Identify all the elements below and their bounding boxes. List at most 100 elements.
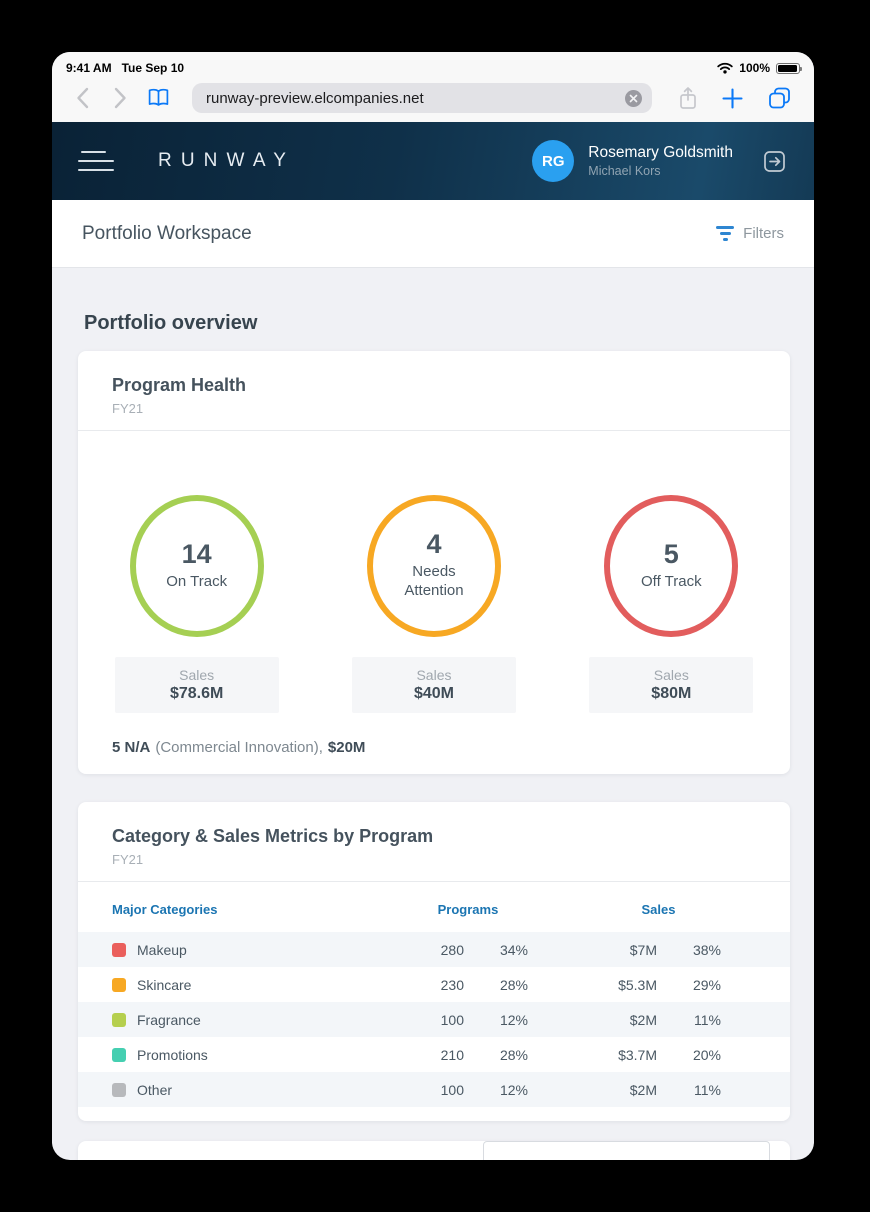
status-needs-attention: 4 Needs Attention Sales $40M bbox=[315, 495, 552, 713]
url-text: runway-preview.elcompanies.net bbox=[206, 89, 424, 107]
table-row-other: Other 100 12% $2M 11% bbox=[78, 1072, 790, 1107]
user-organization: Michael Kors bbox=[588, 163, 661, 178]
card-title: Program Health bbox=[112, 375, 247, 395]
sales-pct: 20% bbox=[692, 1046, 721, 1063]
footnote-sales: $20M bbox=[327, 739, 366, 756]
programs-count: 230 bbox=[440, 976, 464, 993]
category-name: Promotions bbox=[137, 1046, 208, 1063]
ipad-device-frame: 9:41 AM Tue Sep 10 100% runway-preview.e… bbox=[0, 0, 870, 1212]
programs-pct: 28% bbox=[499, 976, 528, 993]
page-title: Portfolio Workspace bbox=[82, 222, 252, 244]
program-health-footnote: 5 N/A (Commercial Innovation), $20M bbox=[78, 713, 790, 774]
program-health-card: Program Health FY21 14 On Track Sales $7… bbox=[78, 351, 790, 774]
new-tab-icon[interactable] bbox=[722, 87, 743, 109]
status-off-track: 5 Off Track Sales $80M bbox=[553, 495, 790, 713]
status-label: Off Track bbox=[641, 572, 702, 590]
card-subtitle: FY21 bbox=[112, 401, 144, 416]
sales-box: Sales $80M bbox=[589, 657, 754, 713]
status-time: 9:41 AM bbox=[66, 61, 112, 75]
category-swatch bbox=[112, 1012, 126, 1027]
table-row-makeup: Makeup 280 34% $7M 38% bbox=[78, 932, 790, 967]
category-sales-card: Category & Sales Metrics by Program FY21… bbox=[78, 802, 790, 1121]
status-on-track: 14 On Track Sales $78.6M bbox=[78, 495, 315, 713]
device-screen: 9:41 AM Tue Sep 10 100% runway-preview.e… bbox=[52, 52, 814, 1160]
status-count: 14 bbox=[181, 538, 212, 569]
programs-count: 100 bbox=[440, 1011, 464, 1028]
next-card-partial bbox=[78, 1141, 790, 1160]
wifi-icon bbox=[717, 62, 733, 74]
page-content[interactable]: Portfolio overview Program Health FY21 1… bbox=[52, 268, 814, 1160]
workspace-titlebar: Portfolio Workspace Filters bbox=[52, 200, 814, 268]
sales-value: $80M bbox=[651, 685, 692, 702]
footnote-text: (Commercial Innovation), bbox=[155, 739, 323, 756]
sales-value: $40M bbox=[413, 685, 454, 702]
programs-count: 280 bbox=[440, 941, 464, 958]
status-ring: 14 On Track bbox=[129, 495, 264, 637]
sales-amount: $3.7M bbox=[618, 1046, 657, 1063]
programs-pct: 12% bbox=[499, 1011, 528, 1028]
sales-amount: $2M bbox=[629, 1081, 657, 1098]
sales-amount: $5.3M bbox=[618, 976, 657, 993]
category-name: Makeup bbox=[137, 941, 187, 958]
programs-count: 100 bbox=[440, 1081, 464, 1098]
sales-box: Sales $78.6M bbox=[114, 657, 279, 713]
status-count: 4 bbox=[426, 529, 442, 560]
browser-toolbar: runway-preview.elcompanies.net bbox=[52, 80, 814, 122]
table-row-fragrance: Fragrance 100 12% $2M 11% bbox=[78, 1002, 790, 1037]
status-circles-row: 14 On Track Sales $78.6M 4 Needs Attenti… bbox=[78, 431, 790, 713]
sales-pct: 38% bbox=[692, 941, 721, 958]
card-subtitle: FY21 bbox=[112, 852, 144, 867]
avatar[interactable]: RG bbox=[532, 140, 575, 182]
sales-value: $78.6M bbox=[169, 685, 224, 702]
table-row-skincare: Skincare 230 28% $5.3M 29% bbox=[78, 967, 790, 1002]
clear-url-icon[interactable] bbox=[625, 89, 642, 107]
filter-icon bbox=[716, 226, 735, 241]
sales-label: Sales bbox=[416, 667, 452, 683]
category-name: Fragrance bbox=[137, 1011, 201, 1028]
programs-pct: 34% bbox=[499, 941, 528, 958]
category-swatch bbox=[112, 1082, 126, 1097]
programs-count: 210 bbox=[440, 1046, 464, 1063]
address-bar[interactable]: runway-preview.elcompanies.net bbox=[192, 83, 652, 113]
column-header-programs: Programs bbox=[437, 901, 499, 917]
sales-box: Sales $40M bbox=[351, 657, 516, 713]
sales-pct: 29% bbox=[692, 976, 721, 993]
battery-icon bbox=[776, 62, 802, 74]
forward-button[interactable] bbox=[108, 86, 132, 110]
sales-label: Sales bbox=[653, 667, 689, 683]
bookmarks-icon[interactable] bbox=[146, 86, 170, 110]
category-swatch bbox=[112, 942, 126, 957]
sales-amount: $2M bbox=[629, 1011, 657, 1028]
back-button[interactable] bbox=[70, 86, 94, 110]
sales-amount: $7M bbox=[629, 941, 657, 958]
battery-percent: 100% bbox=[739, 61, 770, 75]
category-name: Skincare bbox=[137, 976, 192, 993]
program-health-header: Program Health FY21 bbox=[78, 351, 790, 431]
status-ring: 4 Needs Attention bbox=[366, 495, 501, 637]
card-title: Category & Sales Metrics by Program bbox=[112, 826, 434, 846]
sign-out-icon[interactable] bbox=[761, 148, 788, 175]
tabs-icon[interactable] bbox=[767, 86, 792, 110]
app-header: RUNWAY RG Rosemary Goldsmith Michael Kor… bbox=[52, 122, 814, 200]
status-label: Needs Attention bbox=[404, 563, 464, 599]
column-header-sales: Sales bbox=[641, 901, 676, 917]
brand-logo: RUNWAY bbox=[158, 150, 296, 171]
ios-status-bar: 9:41 AM Tue Sep 10 100% bbox=[52, 52, 814, 80]
share-icon[interactable] bbox=[678, 86, 698, 111]
category-sales-header: Category & Sales Metrics by Program FY21 bbox=[78, 802, 790, 882]
filters-button[interactable]: Filters bbox=[716, 225, 784, 242]
table-header-row: Major Categories Programs Sales bbox=[78, 886, 790, 932]
status-date: Tue Sep 10 bbox=[121, 61, 185, 75]
status-label: On Track bbox=[166, 572, 228, 590]
table-row-promotions: Promotions 210 28% $3.7M 20% bbox=[78, 1037, 790, 1072]
column-header-categories: Major Categories bbox=[112, 901, 218, 917]
menu-icon[interactable] bbox=[78, 151, 114, 171]
user-meta: Rosemary Goldsmith Michael Kors bbox=[588, 143, 733, 180]
section-title: Portfolio overview bbox=[84, 312, 258, 334]
programs-pct: 28% bbox=[499, 1046, 528, 1063]
programs-pct: 12% bbox=[499, 1081, 528, 1098]
category-swatch bbox=[112, 977, 126, 992]
sales-label: Sales bbox=[179, 667, 215, 683]
category-swatch bbox=[112, 1047, 126, 1062]
next-card-control-placeholder[interactable] bbox=[483, 1141, 770, 1160]
